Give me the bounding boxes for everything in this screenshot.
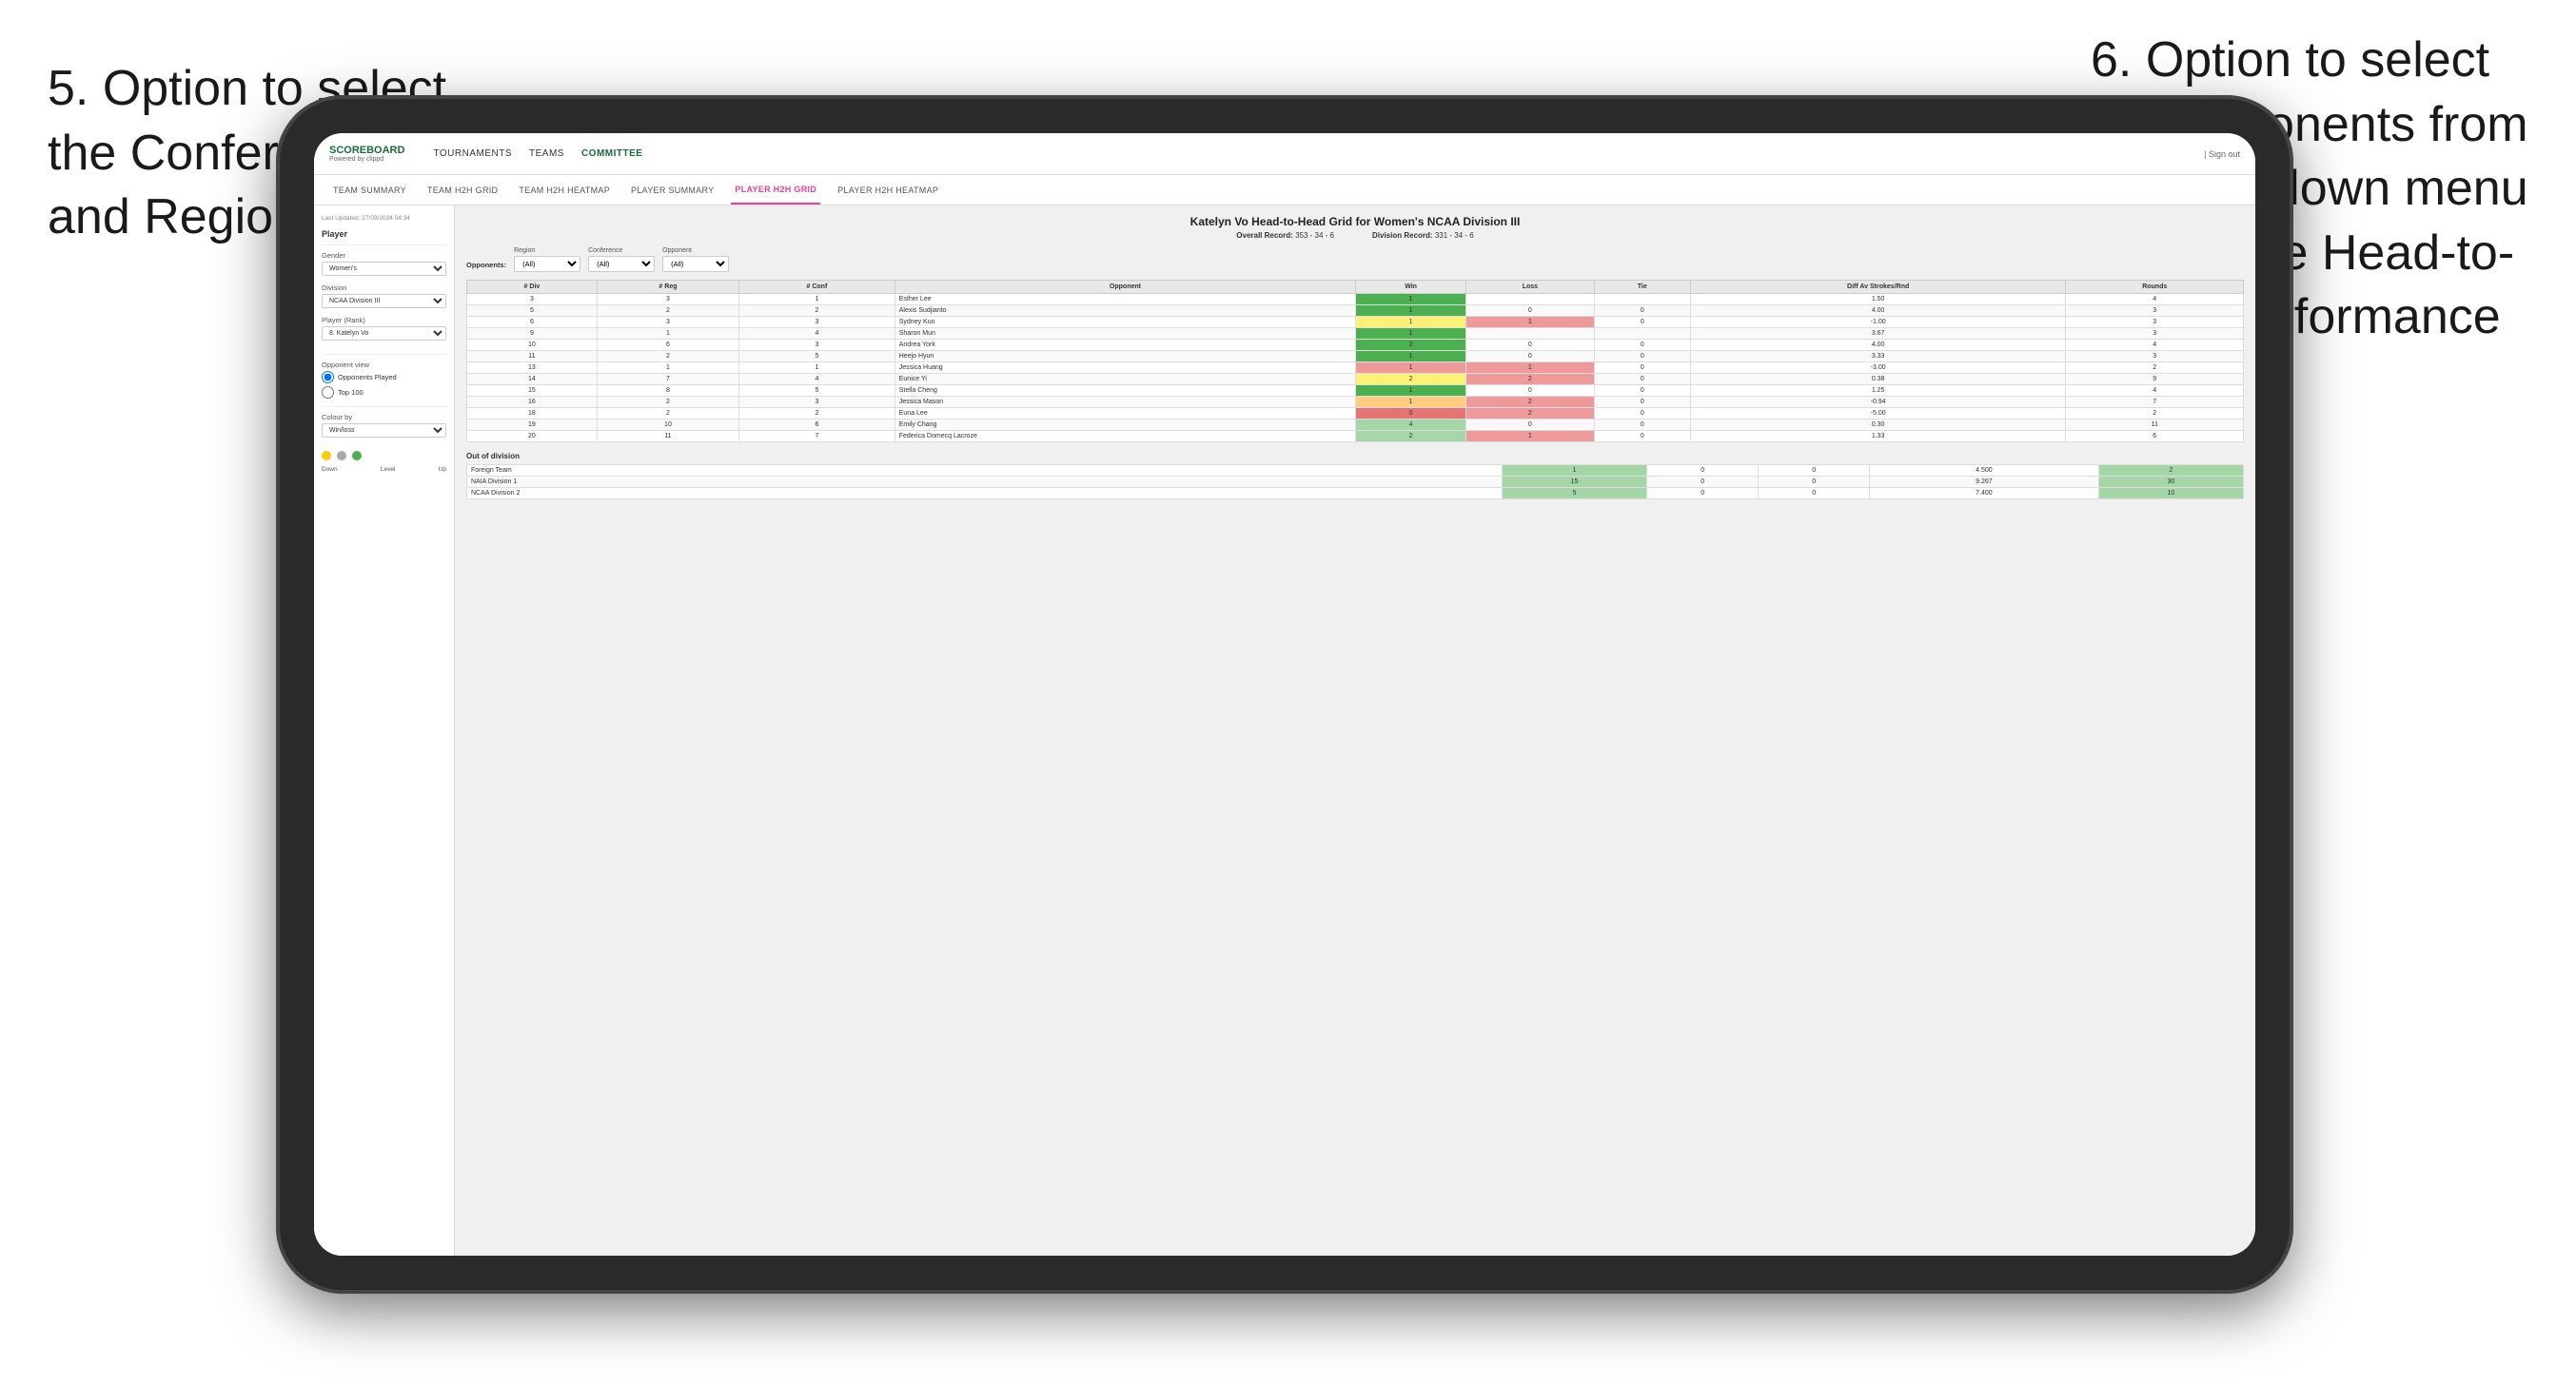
radio-opponents-played[interactable]: Opponents Played — [322, 371, 446, 383]
sidebar-gender-select[interactable]: Women's — [322, 262, 446, 276]
sidebar-updated: Last Updated: 27/03/2024 04:34 — [322, 215, 446, 222]
sidebar-gender-label: Gender — [322, 251, 446, 260]
sidebar-division-select[interactable]: NCAA Division III — [322, 294, 446, 308]
table-row: 18 2 2 Euna Lee 0 2 0 -5.00 2 — [467, 408, 2244, 420]
dot-labels: Down Level Up — [322, 466, 446, 473]
table-row: 14 7 4 Eunice Yi 2 2 0 0.38 9 — [467, 374, 2244, 385]
table-row: 20 11 7 Federica Domecq Lacroze 2 1 0 1.… — [467, 431, 2244, 442]
h2h-table: # Div # Reg # Conf Opponent Win Loss Tie… — [466, 280, 2244, 442]
panel-records: Overall Record: 353 - 34 - 6 Division Re… — [466, 231, 2244, 240]
table-row: 16 2 3 Jessica Mason 1 2 0 -0.94 7 — [467, 397, 2244, 408]
sidebar-radio-group: Opponents Played Top 100 — [322, 371, 446, 399]
subnav-player-h2h-heatmap[interactable]: PLAYER H2H HEATMAP — [834, 175, 942, 205]
main-panel: Katelyn Vo Head-to-Head Grid for Women's… — [455, 205, 2255, 1256]
subnav-player-summary[interactable]: PLAYER SUMMARY — [627, 175, 718, 205]
th-reg: # Reg — [597, 281, 738, 294]
table-row: 13 1 1 Jessica Huang 1 1 0 -3.00 2 — [467, 362, 2244, 374]
filter-group-opponent: Opponent (All) — [662, 247, 729, 272]
out-table-row: NAIA Division 1 15 0 0 9.267 30 — [467, 477, 2244, 488]
nav-signin[interactable]: | Sign out — [2204, 149, 2240, 159]
sidebar-colour-by-label: Colour by — [322, 413, 446, 421]
nav-tournaments[interactable]: TOURNAMENTS — [433, 148, 512, 159]
table-row: 3 3 1 Esther Lee 1 1.50 4 — [467, 294, 2244, 305]
table-row: 10 6 3 Andrea York 2 0 0 4.00 4 — [467, 340, 2244, 351]
table-row: 9 1 4 Sharon Mun 1 3.67 3 — [467, 328, 2244, 340]
scoreboard-logo: SCOREBOARD Powered by clippd — [329, 145, 404, 164]
filter-opponent-label: Opponent — [662, 247, 729, 254]
th-diff: Diff Av Strokes/Rnd — [1690, 281, 2066, 294]
subnav-player-h2h-grid[interactable]: PLAYER H2H GRID — [731, 175, 820, 205]
dot-level — [337, 451, 346, 460]
sidebar-player-rank-label: Player (Rank) — [322, 316, 446, 324]
filter-conference-label: Conference — [588, 247, 655, 254]
colour-dots — [322, 451, 446, 460]
nav-committee[interactable]: COMMITTEE — [581, 148, 643, 159]
filter-group-region: Region (All) — [514, 247, 580, 272]
table-row: 15 8 5 Stella Cheng 1 0 0 1.25 4 — [467, 385, 2244, 397]
sidebar-colour-by-select[interactable]: Win/loss — [322, 423, 446, 438]
logo-text: SCOREBOARD — [329, 145, 404, 156]
out-of-division-label: Out of division — [466, 452, 2244, 460]
out-table-row: Foreign Team 1 0 0 4.500 2 — [467, 465, 2244, 477]
nav-teams[interactable]: TEAMS — [529, 148, 564, 159]
filter-conference-select[interactable]: (All) — [588, 256, 655, 272]
tablet-screen: SCOREBOARD Powered by clippd TOURNAMENTS… — [314, 133, 2255, 1256]
nav-links: TOURNAMENTS TEAMS COMMITTEE — [433, 148, 642, 159]
subnav-team-h2h-grid[interactable]: TEAM H2H GRID — [423, 175, 501, 205]
th-loss: Loss — [1466, 281, 1595, 294]
sidebar-opponent-view-label: Opponent view — [322, 361, 446, 369]
sub-nav: TEAM SUMMARY TEAM H2H GRID TEAM H2H HEAT… — [314, 175, 2255, 205]
table-row: 11 2 5 Heejo Hyun 1 0 0 3.33 3 — [467, 351, 2244, 362]
main-content: Last Updated: 27/03/2024 04:34 Player Ge… — [314, 205, 2255, 1256]
opponents-label: Opponents: — [466, 261, 506, 272]
th-rounds: Rounds — [2066, 281, 2244, 294]
overall-record: Overall Record: 353 - 34 - 6 — [1236, 231, 1334, 240]
division-record: Division Record: 331 - 34 - 6 — [1372, 231, 1474, 240]
table-row: 6 3 3 Sydney Kuo 1 1 0 -1.00 3 — [467, 317, 2244, 328]
th-tie: Tie — [1594, 281, 1690, 294]
th-opponent: Opponent — [895, 281, 1355, 294]
filter-row: Opponents: Region (All) Conference (All) — [466, 247, 2244, 272]
subnav-team-summary[interactable]: TEAM SUMMARY — [329, 175, 410, 205]
table-row: 19 10 6 Emily Chang 4 0 0 0.30 11 — [467, 420, 2244, 431]
filter-opponent-select[interactable]: (All) — [662, 256, 729, 272]
sidebar-player-rank-select[interactable]: 8. Katelyn Vo — [322, 326, 446, 341]
filter-region-label: Region — [514, 247, 580, 254]
top-nav: SCOREBOARD Powered by clippd TOURNAMENTS… — [314, 133, 2255, 175]
sidebar-division-label: Division — [322, 283, 446, 292]
out-of-division-table: Foreign Team 1 0 0 4.500 2 NAIA Division… — [466, 464, 2244, 499]
logo-sub: Powered by clippd — [329, 156, 404, 164]
th-conf: # Conf — [739, 281, 895, 294]
subnav-team-h2h-heatmap[interactable]: TEAM H2H HEATMAP — [515, 175, 614, 205]
table-row: 5 2 2 Alexis Sudjianto 1 0 0 4.00 3 — [467, 305, 2244, 317]
dot-down — [322, 451, 331, 460]
out-table-row: NCAA Division 2 5 0 0 7.400 10 — [467, 488, 2244, 499]
radio-top100[interactable]: Top 100 — [322, 386, 446, 399]
tablet-shell: SCOREBOARD Powered by clippd TOURNAMENTS… — [276, 95, 2293, 1294]
th-win: Win — [1356, 281, 1466, 294]
filter-region-select[interactable]: (All) — [514, 256, 580, 272]
sidebar: Last Updated: 27/03/2024 04:34 Player Ge… — [314, 205, 455, 1256]
th-div: # Div — [467, 281, 598, 294]
sidebar-player-title: Player — [322, 229, 446, 239]
filter-group-conference: Conference (All) — [588, 247, 655, 272]
panel-title: Katelyn Vo Head-to-Head Grid for Women's… — [466, 215, 2244, 228]
dot-up — [352, 451, 362, 460]
